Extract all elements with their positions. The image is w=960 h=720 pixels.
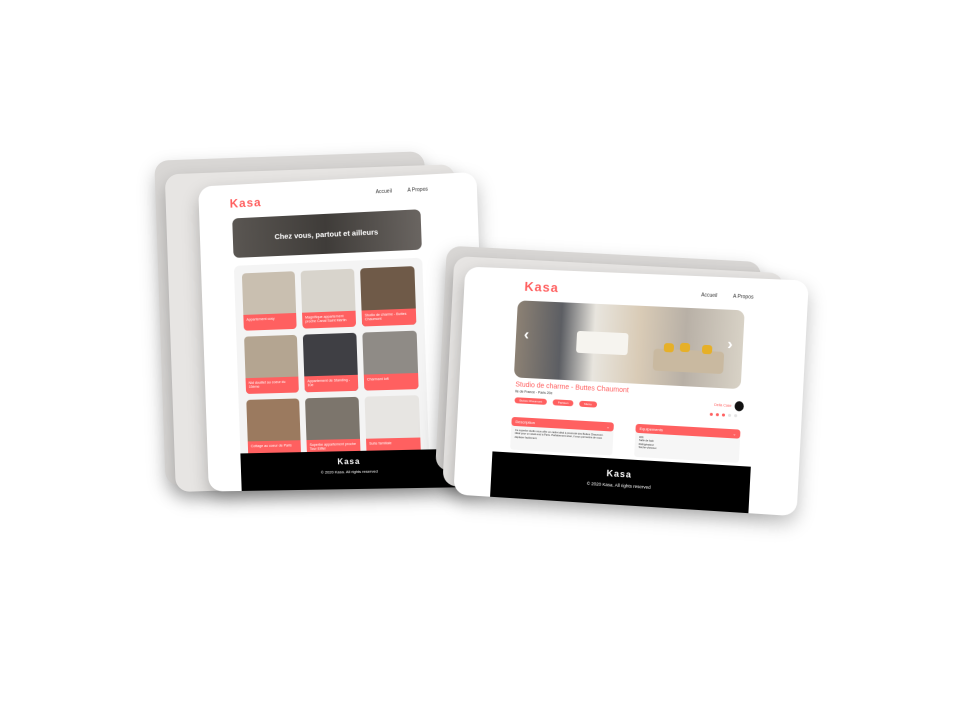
host-name: Della Case — [714, 402, 732, 408]
photo-carousel: ‹ › — [513, 300, 745, 390]
carousel-photo-pillow — [679, 342, 691, 353]
listing-card[interactable]: Appartement de Standing - 10e — [302, 332, 359, 393]
avatar — [734, 400, 745, 412]
listing-page-mockup: Kasa Accueil A Propos ‹ › Studio de char… — [434, 245, 812, 520]
listing-card[interactable]: Charmant loft — [362, 330, 419, 391]
tag: Parisien — [552, 399, 574, 407]
listing-title: Magnifique appartement proche Canal Sain… — [302, 310, 357, 329]
footer: Kasa © 2020 Kasa. All rights reserved — [240, 448, 461, 491]
footer-logo: Kasa — [337, 456, 361, 467]
chevron-right-icon[interactable]: › — [727, 336, 733, 354]
equipments-list: Wifi Salle de bain Réfrigérateur Sèche-c… — [634, 433, 740, 463]
star-icon — [715, 413, 719, 417]
chevron-left-icon[interactable]: ‹ — [523, 326, 529, 344]
listing-page-screen: Kasa Accueil A Propos ‹ › Studio de char… — [453, 266, 809, 517]
carousel-photo-pillow — [701, 344, 713, 355]
equipments-label: Equipements — [639, 426, 664, 433]
listing-card[interactable]: Cottage au coeur de Paris — [246, 398, 302, 458]
listing-card[interactable]: Studio de charme - Buttes Chaumont — [360, 266, 417, 327]
carousel-photo-sofa — [652, 348, 725, 375]
star-icon — [709, 412, 713, 416]
chevron-down-icon: ⌄ — [732, 431, 737, 437]
banner-text: Chez vous, partout et ailleurs — [274, 226, 379, 241]
nav-link-a-propos[interactable]: A Propos — [733, 294, 754, 301]
host: Della Case — [714, 400, 745, 412]
star-icon — [721, 413, 726, 417]
listing-card[interactable]: Appartement cosy — [241, 271, 297, 331]
listing-card[interactable]: Superbe appartement proche Tour Eiffel — [305, 396, 361, 457]
hero-banner: Chez vous, partout et ailleurs — [232, 209, 422, 258]
tag: Metro — [579, 400, 597, 408]
listing-card[interactable]: Magnifique appartement proche Canal Sain… — [300, 268, 357, 329]
kasa-logo[interactable]: Kasa — [524, 279, 559, 295]
description-collapse: Description ⌄ Ce superbe studio vous off… — [510, 416, 614, 456]
rating-stars — [709, 412, 738, 418]
footer-copyright: © 2020 Kasa. All rights reserved — [320, 468, 378, 475]
listing-title: Appartement de Standing - 10e — [304, 374, 359, 393]
listing-card[interactable]: Suite familiale — [364, 395, 421, 455]
star-icon — [734, 414, 738, 418]
tag: Buttes Chaumont — [514, 397, 548, 405]
description-label: Description — [515, 419, 536, 426]
equipments-collapse: Equipements ⌄ Wifi Salle de bain Réfrigé… — [634, 423, 741, 463]
listing-title: Nid douillet au coeur du 15ème — [245, 376, 299, 394]
description-text: Ce superbe studio vous offre un cadre id… — [514, 428, 604, 441]
nav-link-accueil[interactable]: Accueil — [701, 292, 718, 299]
listing-title: Studio de charme - Buttes Chaumont — [361, 308, 417, 327]
carousel-photo-pillow — [663, 342, 675, 353]
listing-title: Appartement cosy — [243, 312, 297, 331]
star-icon — [727, 413, 732, 417]
listing-title: Charmant loft — [363, 372, 419, 391]
nav: Accueil A Propos — [687, 292, 754, 301]
nav: Accueil A Propos — [362, 187, 428, 196]
nav-link-a-propos[interactable]: A Propos — [407, 187, 428, 194]
kasa-logo[interactable]: Kasa — [229, 195, 261, 210]
nav-link-accueil[interactable]: Accueil — [376, 188, 392, 195]
listings-gallery: Appartement cosy Magnifique appartement … — [233, 257, 430, 464]
chevron-down-icon: ⌄ — [606, 424, 610, 430]
listing-card[interactable]: Nid douillet au coeur du 15ème — [244, 334, 299, 394]
carousel-photo-bed — [575, 330, 629, 356]
